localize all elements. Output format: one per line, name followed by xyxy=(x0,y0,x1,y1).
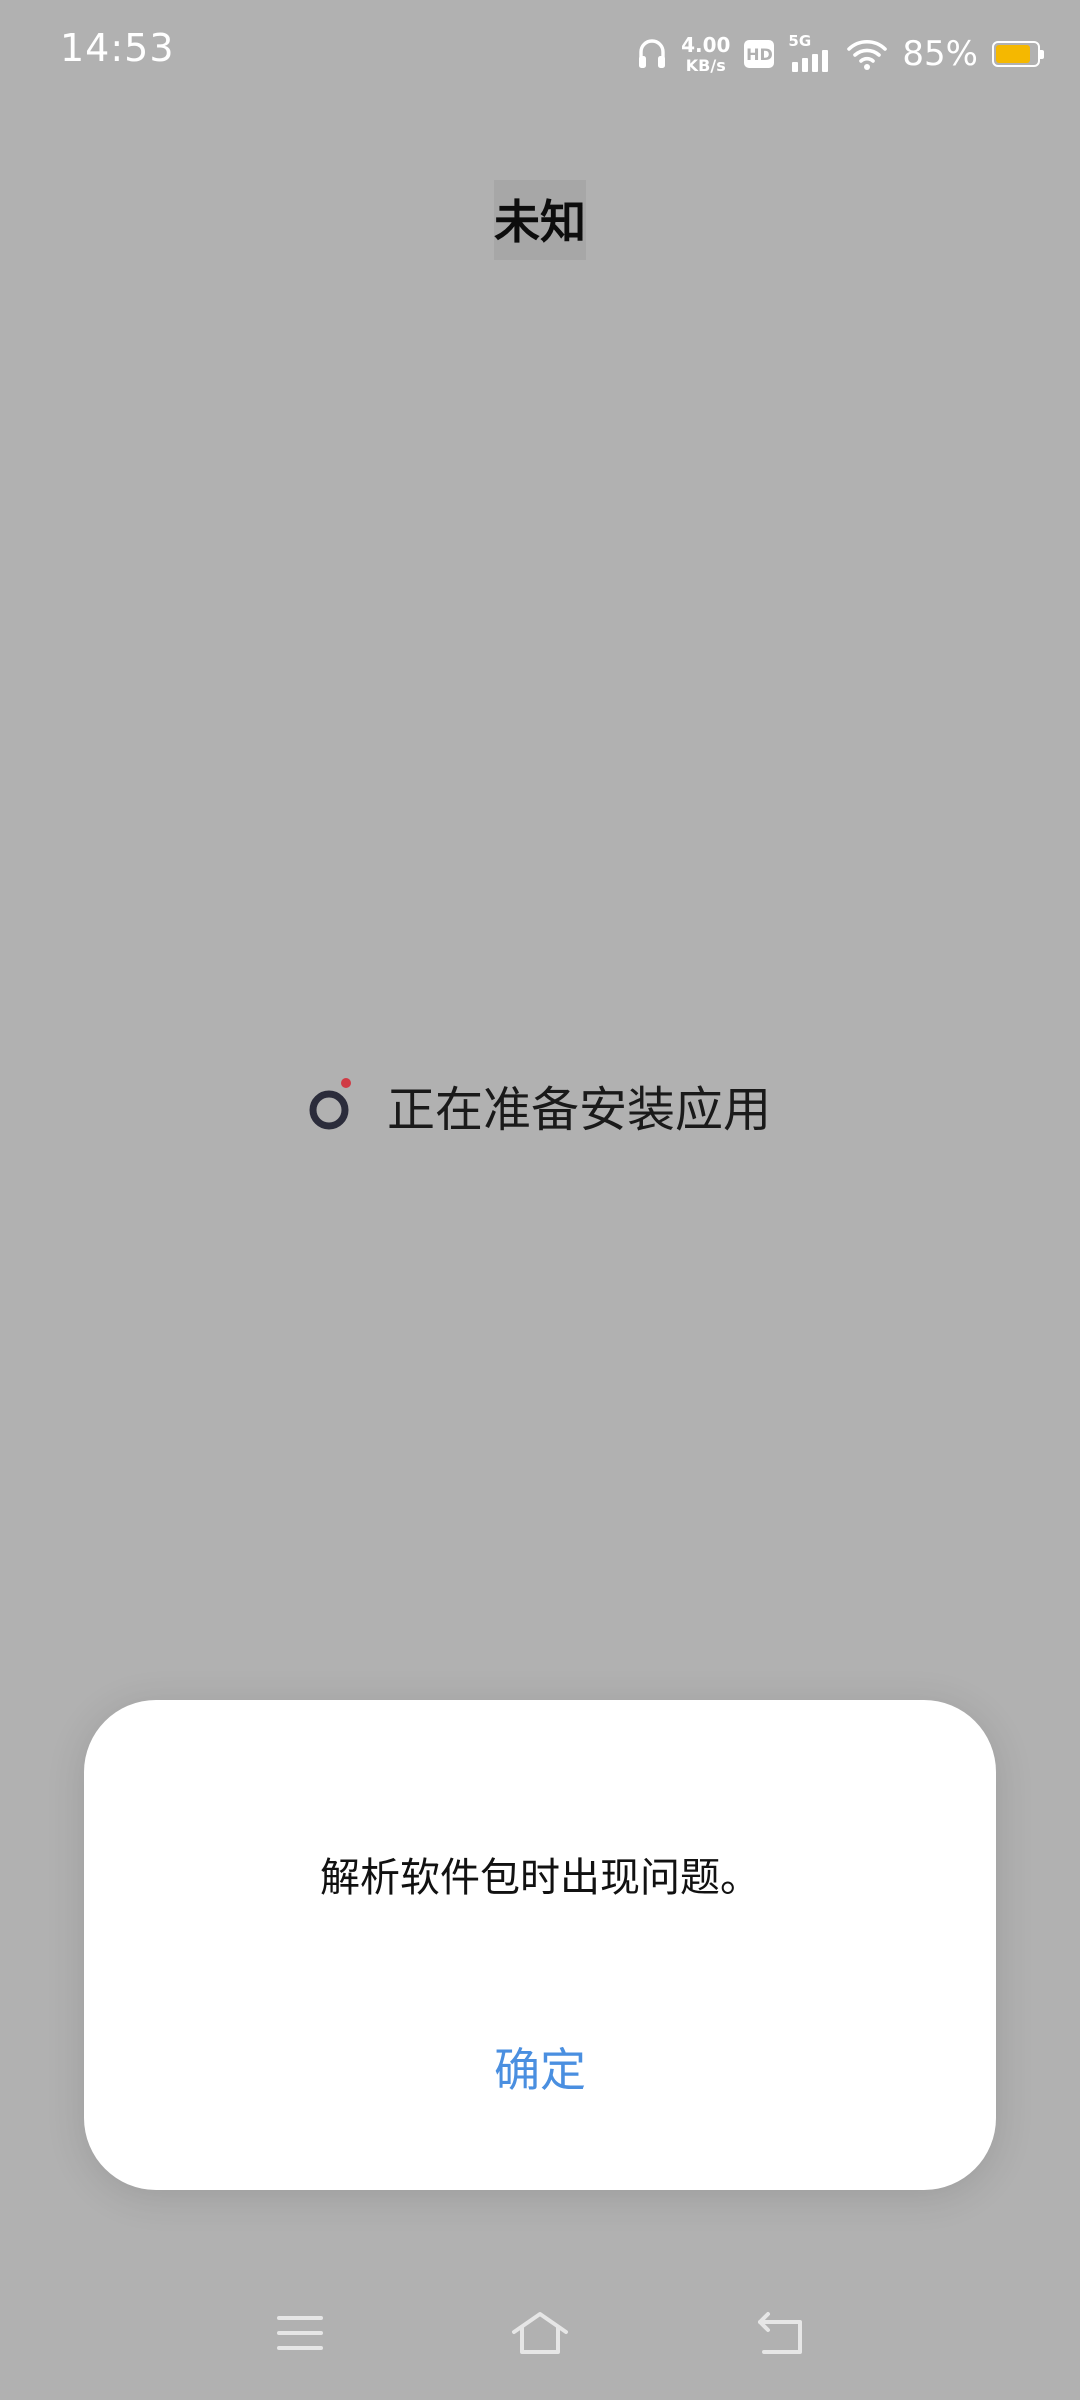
network-speed: 4.00 KB/s xyxy=(681,35,730,74)
page-title-wrap: 未知 xyxy=(0,180,1080,260)
home-button[interactable] xyxy=(500,2300,580,2370)
progress-text: 正在准备安装应用 xyxy=(386,1082,771,1138)
page-title: 未知 xyxy=(494,180,586,260)
confirm-button[interactable]: 确定 xyxy=(440,2030,640,2110)
navigation-bar xyxy=(0,2290,1080,2380)
status-bar: 14:53 4.00 KB/s HD 5G 85% xyxy=(0,0,1080,108)
back-icon xyxy=(754,2310,806,2360)
signal-icon: 5G xyxy=(788,32,832,74)
network-speed-unit: KB/s xyxy=(685,55,726,75)
menu-button[interactable] xyxy=(260,2300,340,2370)
battery-icon xyxy=(992,41,1044,67)
wifi-icon xyxy=(846,37,888,71)
hd-icon: HD xyxy=(744,40,775,68)
back-button[interactable] xyxy=(740,2300,820,2370)
battery-fill xyxy=(996,45,1030,63)
loading-spinner-icon xyxy=(309,1074,357,1136)
status-time: 14:53 xyxy=(60,26,175,70)
menu-icon xyxy=(276,2313,324,2357)
home-icon xyxy=(510,2310,570,2360)
headphones-icon xyxy=(637,37,667,71)
status-icons: 4.00 KB/s HD 5G 85% xyxy=(637,24,1044,84)
dialog-message: 解析软件包时出现问题。 xyxy=(320,1855,760,1901)
battery-percent: 85% xyxy=(902,34,978,74)
network-speed-value: 4.00 xyxy=(681,32,731,57)
error-dialog: 解析软件包时出现问题。 确定 xyxy=(84,1700,996,2190)
install-progress: 正在准备安装应用 xyxy=(0,1070,1080,1140)
